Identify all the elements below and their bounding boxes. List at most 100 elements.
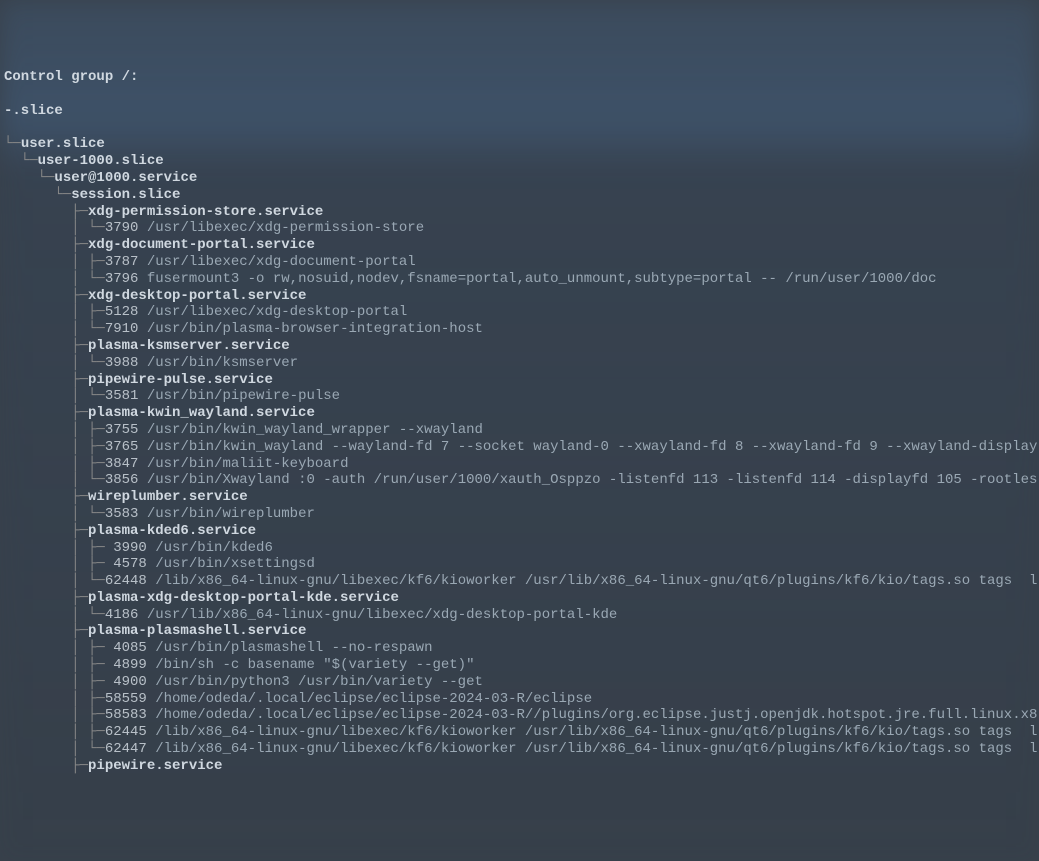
tree-process: │ └─62448 /lib/x86_64-linux-gnu/libexec/… bbox=[4, 573, 1035, 590]
tree-process: │ ├─3765 /usr/bin/kwin_wayland --wayland… bbox=[4, 439, 1035, 456]
process-pid: 3796 bbox=[105, 271, 139, 287]
tree-prefix: ├─ bbox=[4, 523, 88, 539]
process-cmd: /usr/bin/kwin_wayland --wayland-fd 7 --s… bbox=[147, 439, 1038, 455]
process-cmd: /lib/x86_64-linux-gnu/libexec/kf6/kiowor… bbox=[155, 724, 1037, 740]
root-slice: -.slice bbox=[4, 103, 1035, 120]
tree-process: │ └─7910 /usr/bin/plasma-browser-integra… bbox=[4, 321, 1035, 338]
unit-name: plasma-xdg-desktop-portal-kde.service bbox=[88, 590, 399, 606]
process-cmd: /usr/libexec/xdg-document-portal bbox=[147, 254, 416, 270]
tree-prefix: ├─ bbox=[4, 204, 88, 220]
tree-prefix: ├─ bbox=[4, 372, 88, 388]
process-pid: 3581 bbox=[105, 388, 139, 404]
tree-process: │ ├─3847 /usr/bin/maliit-keyboard bbox=[4, 456, 1035, 473]
process-cmd: /usr/bin/plasmashell --no-respawn bbox=[155, 640, 432, 656]
tree-prefix: │ ├─ bbox=[4, 691, 105, 707]
tree-prefix: │ └─ bbox=[4, 388, 105, 404]
unit-name: user.slice bbox=[21, 136, 105, 152]
process-pid: 3755 bbox=[105, 422, 139, 438]
process-pid: 4899 bbox=[113, 657, 147, 673]
tree-prefix: ├─ bbox=[4, 288, 88, 304]
tree-process: │ ├─58559 /home/odeda/.local/eclipse/ecl… bbox=[4, 691, 1035, 708]
unit-name: xdg-desktop-portal.service bbox=[88, 288, 306, 304]
tree-node: ├─plasma-xdg-desktop-portal-kde.service bbox=[4, 590, 1035, 607]
tree-prefix: │ ├─ bbox=[4, 707, 105, 723]
process-pid: 3847 bbox=[105, 456, 139, 472]
tree-prefix: │ └─ bbox=[4, 607, 105, 623]
process-pid: 4578 bbox=[113, 556, 147, 572]
tree-node: ├─xdg-desktop-portal.service bbox=[4, 288, 1035, 305]
tree-prefix: │ ├─ bbox=[4, 724, 105, 740]
tree-process: │ ├─ 3990 /usr/bin/kded6 bbox=[4, 540, 1035, 557]
tree-prefix: │ ├─ bbox=[4, 657, 113, 673]
tree-prefix: │ └─ bbox=[4, 321, 105, 337]
tree-prefix: ├─ bbox=[4, 590, 88, 606]
tree-prefix: ├─ bbox=[4, 237, 88, 253]
process-pid: 62448 bbox=[105, 573, 147, 589]
process-cmd: /usr/bin/maliit-keyboard bbox=[147, 456, 349, 472]
tree-prefix: ├─ bbox=[4, 338, 88, 354]
tree-node: ├─pipewire.service bbox=[4, 758, 1035, 775]
tree-prefix: └─ bbox=[4, 153, 38, 169]
unit-name: user-1000.slice bbox=[38, 153, 164, 169]
unit-name: pipewire.service bbox=[88, 758, 222, 774]
process-pid: 4900 bbox=[113, 674, 147, 690]
tree-process: │ ├─ 4085 /usr/bin/plasmashell --no-resp… bbox=[4, 640, 1035, 657]
tree-prefix: │ └─ bbox=[4, 741, 105, 757]
tree-node: ├─wireplumber.service bbox=[4, 489, 1035, 506]
tree-prefix: ├─ bbox=[4, 405, 88, 421]
process-pid: 3790 bbox=[105, 220, 139, 236]
unit-name: xdg-permission-store.service bbox=[88, 204, 323, 220]
tree-process: │ └─62447 /lib/x86_64-linux-gnu/libexec/… bbox=[4, 741, 1035, 758]
tree-prefix: │ └─ bbox=[4, 573, 105, 589]
tree-node: ├─xdg-permission-store.service bbox=[4, 204, 1035, 221]
tree-prefix: │ └─ bbox=[4, 271, 105, 287]
process-cmd: /usr/bin/xsettingsd bbox=[155, 556, 315, 572]
process-cmd: /usr/bin/Xwayland :0 -auth /run/user/100… bbox=[147, 472, 1038, 488]
process-cmd: /home/odeda/.local/eclipse/eclipse-2024-… bbox=[155, 691, 592, 707]
process-pid: 4186 bbox=[105, 607, 139, 623]
tree-process: │ ├─62445 /lib/x86_64-linux-gnu/libexec/… bbox=[4, 724, 1035, 741]
tree-node: └─user-1000.slice bbox=[4, 153, 1035, 170]
cgroup-tree: └─user.slice └─user-1000.slice └─user@10… bbox=[4, 136, 1035, 774]
process-pid: 62445 bbox=[105, 724, 147, 740]
process-pid: 3988 bbox=[105, 355, 139, 371]
tree-prefix: │ └─ bbox=[4, 472, 105, 488]
tree-process: │ ├─3787 /usr/libexec/xdg-document-porta… bbox=[4, 254, 1035, 271]
process-pid: 7910 bbox=[105, 321, 139, 337]
process-pid: 62447 bbox=[105, 741, 147, 757]
tree-process: │ ├─ 4899 /bin/sh -c basename "$(variety… bbox=[4, 657, 1035, 674]
process-cmd: /usr/libexec/xdg-desktop-portal bbox=[147, 304, 407, 320]
tree-prefix: │ ├─ bbox=[4, 304, 105, 320]
tree-prefix: │ ├─ bbox=[4, 422, 105, 438]
process-pid: 3856 bbox=[105, 472, 139, 488]
tree-node: ├─plasma-plasmashell.service bbox=[4, 623, 1035, 640]
cgroup-header: Control group /: bbox=[4, 69, 1035, 86]
process-cmd: /usr/bin/wireplumber bbox=[147, 506, 315, 522]
tree-process: │ ├─3755 /usr/bin/kwin_wayland_wrapper -… bbox=[4, 422, 1035, 439]
tree-node: ├─pipewire-pulse.service bbox=[4, 372, 1035, 389]
tree-prefix: └─ bbox=[4, 187, 71, 203]
tree-process: │ ├─58583 /home/odeda/.local/eclipse/ecl… bbox=[4, 707, 1035, 724]
process-pid: 3787 bbox=[105, 254, 139, 270]
tree-process: │ └─3790 /usr/libexec/xdg-permission-sto… bbox=[4, 220, 1035, 237]
unit-name: wireplumber.service bbox=[88, 489, 248, 505]
tree-process: │ └─3988 /usr/bin/ksmserver bbox=[4, 355, 1035, 372]
tree-node: ├─plasma-ksmserver.service bbox=[4, 338, 1035, 355]
process-pid: 3990 bbox=[113, 540, 147, 556]
tree-prefix: │ └─ bbox=[4, 355, 105, 371]
unit-name: plasma-plasmashell.service bbox=[88, 623, 306, 639]
tree-process: │ └─3581 /usr/bin/pipewire-pulse bbox=[4, 388, 1035, 405]
process-cmd: fusermount3 -o rw,nosuid,nodev,fsname=po… bbox=[147, 271, 937, 287]
tree-process: │ └─3796 fusermount3 -o rw,nosuid,nodev,… bbox=[4, 271, 1035, 288]
process-pid: 3765 bbox=[105, 439, 139, 455]
process-cmd: /lib/x86_64-linux-gnu/libexec/kf6/kiowor… bbox=[155, 573, 1037, 589]
process-cmd: /usr/bin/plasma-browser-integration-host bbox=[147, 321, 483, 337]
tree-node: ├─plasma-kded6.service bbox=[4, 523, 1035, 540]
tree-prefix: │ ├─ bbox=[4, 556, 113, 572]
tree-prefix: ├─ bbox=[4, 623, 88, 639]
tree-node: ├─plasma-kwin_wayland.service bbox=[4, 405, 1035, 422]
tree-process: │ └─4186 /usr/lib/x86_64-linux-gnu/libex… bbox=[4, 607, 1035, 624]
tree-process: │ ├─ 4900 /usr/bin/python3 /usr/bin/vari… bbox=[4, 674, 1035, 691]
process-pid: 58583 bbox=[105, 707, 147, 723]
tree-prefix: ├─ bbox=[4, 489, 88, 505]
